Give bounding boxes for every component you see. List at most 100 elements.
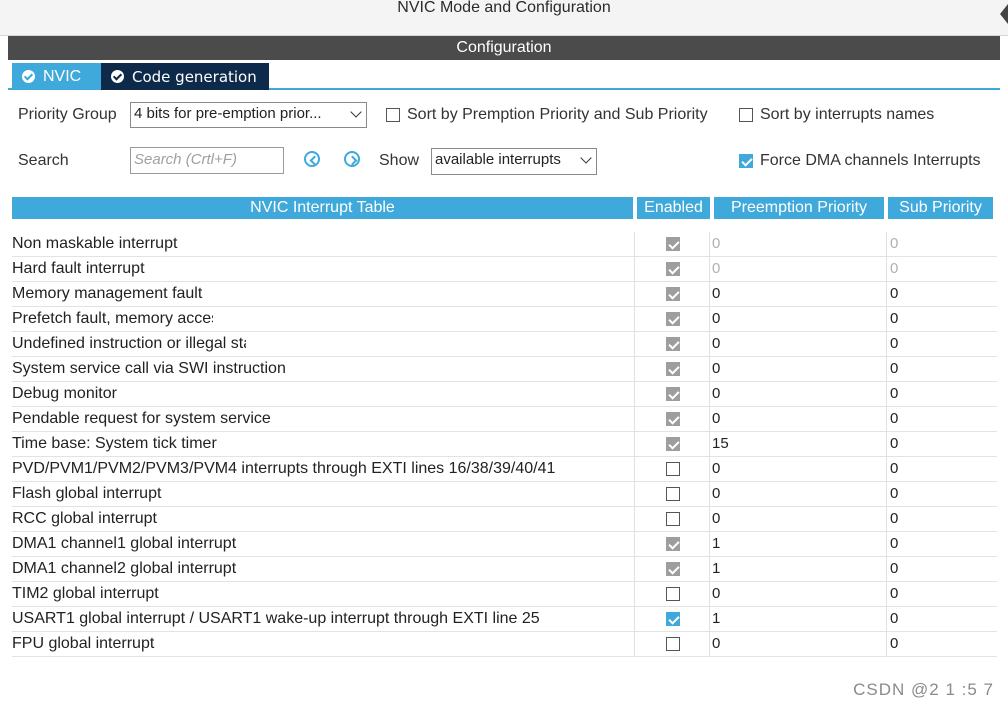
sub-priority-value[interactable]: 0 — [890, 535, 898, 552]
table-row[interactable]: Memory management fault 0 0 — [12, 282, 997, 307]
chevron-down-icon — [350, 106, 362, 118]
table-row[interactable]: RCC global interrupt 0 0 — [12, 507, 997, 532]
sub-priority-value[interactable]: 0 — [890, 435, 898, 452]
table-row[interactable]: Debug monitor 0 0 — [12, 382, 997, 407]
enabled-checkbox[interactable] — [666, 437, 680, 451]
preemption-priority-value[interactable]: 1 — [712, 610, 720, 627]
sub-priority-value[interactable]: 0 — [890, 260, 898, 277]
preemption-priority-value[interactable]: 0 — [712, 635, 720, 652]
enabled-checkbox[interactable] — [666, 637, 680, 651]
sub-priority-value[interactable]: 0 — [890, 585, 898, 602]
table-row[interactable]: DMA1 channel2 global interrupt 1 0 — [12, 557, 997, 582]
interrupt-name: Undefined instruction or illegal state — [12, 335, 266, 352]
enabled-checkbox[interactable] — [666, 237, 680, 251]
sub-priority-value[interactable]: 0 — [890, 560, 898, 577]
table-row[interactable]: Hard fault interrupt 0 0 — [12, 257, 997, 282]
sub-priority-value[interactable]: 0 — [890, 335, 898, 352]
enabled-checkbox[interactable] — [666, 287, 680, 301]
sub-priority-value[interactable]: 0 — [890, 310, 898, 327]
preemption-priority-value[interactable]: 0 — [712, 510, 720, 527]
table-row[interactable]: Undefined instruction or illegal state 0 0 — [12, 332, 997, 357]
preemption-priority-value[interactable]: 1 — [712, 535, 720, 552]
enabled-checkbox[interactable] — [666, 312, 680, 326]
interrupt-name: Debug monitor — [12, 385, 117, 402]
window-title: NVIC Mode and Configuration — [397, 0, 611, 16]
preemption-priority-value[interactable]: 0 — [712, 260, 720, 277]
priority-group-select[interactable]: 4 bits for pre-emption prior... — [130, 102, 367, 128]
table-row[interactable]: System service call via SWI instruction 0… — [12, 357, 997, 382]
sub-priority-value[interactable]: 0 — [890, 285, 898, 302]
column-divider — [709, 582, 710, 606]
table-row[interactable]: TIM2 global interrupt 0 0 — [12, 582, 997, 607]
search-input[interactable]: Search (Crtl+F) — [130, 147, 284, 174]
column-divider — [709, 257, 710, 281]
table-row[interactable]: Prefetch fault, memory access fault 0 0 — [12, 307, 997, 332]
sub-priority-value[interactable]: 0 — [890, 610, 898, 627]
column-divider — [709, 307, 710, 331]
table-row[interactable]: Non maskable interrupt 0 0 — [12, 232, 997, 257]
preemption-priority-value[interactable]: 0 — [712, 285, 720, 302]
preemption-priority-value[interactable]: 0 — [712, 310, 720, 327]
sub-priority-value[interactable]: 0 — [890, 235, 898, 252]
preemption-priority-value[interactable]: 0 — [712, 335, 720, 352]
enabled-checkbox[interactable] — [666, 587, 680, 601]
table-row[interactable]: DMA1 channel1 global interrupt 1 0 — [12, 532, 997, 557]
preemption-priority-value[interactable]: 0 — [712, 585, 720, 602]
enabled-checkbox[interactable] — [666, 387, 680, 401]
show-select[interactable]: available interrupts — [431, 148, 597, 175]
enabled-checkbox[interactable] — [666, 362, 680, 376]
table-row[interactable]: Pendable request for system service 0 0 — [12, 407, 997, 432]
interrupt-name: RCC global interrupt — [12, 510, 157, 527]
preemption-priority-value[interactable]: 0 — [712, 460, 720, 477]
enabled-checkbox[interactable] — [666, 562, 680, 576]
table-row[interactable]: Flash global interrupt 0 0 — [12, 482, 997, 507]
preemption-priority-value[interactable]: 0 — [712, 485, 720, 502]
table-row[interactable]: USART1 global interrupt / USART1 wake-up… — [12, 607, 997, 632]
sub-priority-value[interactable]: 0 — [890, 460, 898, 477]
tab-code-generation[interactable]: Code generation — [101, 63, 269, 90]
column-divider — [709, 357, 710, 381]
show-select-value: available interrupts — [435, 151, 561, 168]
name-overlay — [213, 307, 632, 331]
force-dma-checkbox[interactable] — [739, 154, 753, 168]
enabled-checkbox[interactable] — [666, 337, 680, 351]
column-divider — [709, 382, 710, 406]
preemption-priority-value[interactable]: 0 — [712, 360, 720, 377]
header-enabled[interactable]: Enabled — [637, 197, 710, 219]
column-divider — [886, 432, 887, 456]
column-divider — [709, 457, 710, 481]
search-next-icon[interactable] — [344, 151, 360, 167]
preemption-priority-value[interactable]: 1 — [712, 560, 720, 577]
preemption-priority-value[interactable]: 0 — [712, 385, 720, 402]
sub-priority-value[interactable]: 0 — [890, 485, 898, 502]
preemption-priority-value[interactable]: 15 — [712, 435, 729, 452]
interrupt-name: DMA1 channel1 global interrupt — [12, 535, 237, 552]
sub-priority-value[interactable]: 0 — [890, 360, 898, 377]
preemption-priority-value[interactable]: 0 — [712, 235, 720, 252]
enabled-checkbox[interactable] — [666, 612, 680, 626]
sub-priority-value[interactable]: 0 — [890, 410, 898, 427]
sub-priority-value[interactable]: 0 — [890, 510, 898, 527]
column-divider — [709, 332, 710, 356]
interrupt-name: Hard fault interrupt — [12, 260, 145, 277]
preemption-priority-value[interactable]: 0 — [712, 410, 720, 427]
enabled-checkbox[interactable] — [666, 262, 680, 276]
table-row[interactable]: Time base: System tick timer 15 0 — [12, 432, 997, 457]
enabled-checkbox[interactable] — [666, 512, 680, 526]
header-preemption-priority[interactable]: Preemption Priority — [714, 197, 884, 219]
enabled-checkbox[interactable] — [666, 462, 680, 476]
table-row[interactable]: FPU global interrupt 0 0 — [12, 632, 997, 657]
sub-priority-value[interactable]: 0 — [890, 385, 898, 402]
table-row[interactable]: PVD/PVM1/PVM2/PVM3/PVM4 interrupts throu… — [12, 457, 997, 482]
search-previous-icon[interactable] — [304, 151, 320, 167]
header-sub-priority[interactable]: Sub Priority — [888, 197, 993, 219]
enabled-checkbox[interactable] — [666, 412, 680, 426]
sort-premption-checkbox[interactable] — [386, 108, 400, 122]
header-interrupt-table[interactable]: NVIC Interrupt Table — [12, 197, 633, 219]
enabled-checkbox[interactable] — [666, 487, 680, 501]
tab-nvic[interactable]: NVIC — [12, 63, 101, 90]
sort-names-checkbox[interactable] — [739, 108, 753, 122]
enabled-checkbox[interactable] — [666, 537, 680, 551]
sub-priority-value[interactable]: 0 — [890, 635, 898, 652]
column-divider — [634, 332, 635, 356]
